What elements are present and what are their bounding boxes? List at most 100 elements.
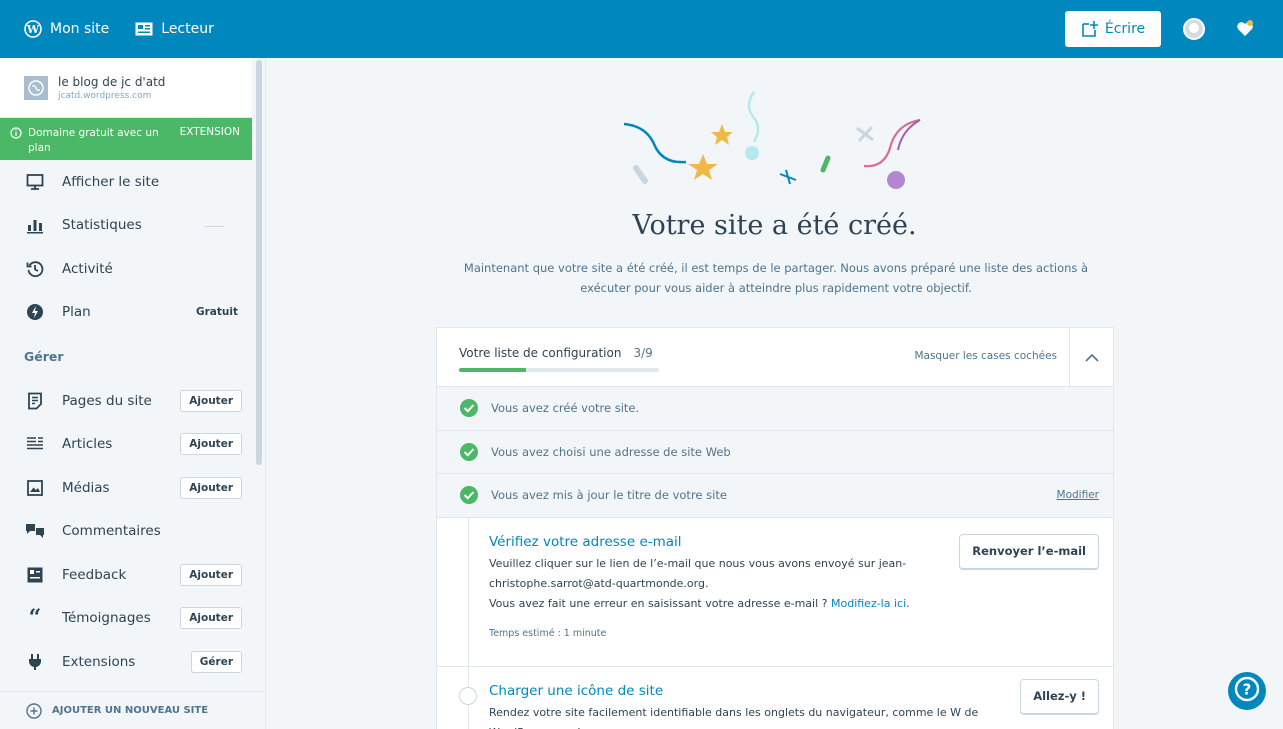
sidebar-item-label: Statistiques (62, 217, 142, 234)
feedback-icon (24, 566, 46, 584)
help-button[interactable]: ? (1228, 672, 1266, 710)
resend-email-button[interactable]: Renvoyer l’e-mail (959, 533, 1099, 570)
task-site-icon: Charger une icône de site Rendez votre s… (437, 666, 1113, 729)
task-description-text-2: Vous avez fait une erreur en saisissant … (489, 596, 831, 610)
sidebar-item-testimonials[interactable]: “ Témoignages Ajouter (0, 597, 252, 641)
site-name: le blog de jc d'atd (58, 74, 166, 89)
add-post-button[interactable]: Ajouter (180, 433, 242, 456)
reader-link[interactable]: Lecteur (125, 0, 224, 58)
checkmark-icon (459, 485, 479, 505)
site-url: jcatd.wordpress.com (58, 90, 152, 101)
add-feedback-button[interactable]: Ajouter (180, 563, 242, 586)
write-label: Écrire (1104, 21, 1146, 37)
manage-plugins-button[interactable]: Gérer (190, 650, 242, 673)
sidebar-item-plugins[interactable]: Extensions Gérer (0, 640, 252, 684)
task-description-end: . (906, 596, 910, 610)
site-card[interactable]: le blog de jc d'atd jcatd.wordpress.com (0, 58, 252, 118)
pages-icon (24, 392, 46, 410)
checklist-header: Votre liste de configuration 3/9 Masquer … (437, 328, 1113, 387)
sidebar-item-stats[interactable]: Statistiques (0, 204, 252, 248)
plan-icon (24, 303, 46, 321)
svg-text:W: W (26, 23, 40, 36)
task-pending-circle-icon (459, 686, 477, 705)
add-testimonial-button[interactable]: Ajouter (180, 607, 242, 630)
history-icon (24, 260, 46, 278)
go-button[interactable]: Allez-y ! (1020, 678, 1099, 715)
help-icon: ? (1234, 676, 1260, 706)
plan-badge: Gratuit (196, 306, 238, 319)
sidebar-scrollbar[interactable] (254, 58, 264, 692)
sidebar-item-media[interactable]: Médias Ajouter (0, 466, 252, 510)
checklist-card: Votre liste de configuration 3/9 Masquer … (436, 327, 1114, 729)
sidebar-item-label: Médias (62, 479, 110, 496)
sidebar-item-feedback[interactable]: Feedback Ajouter (0, 553, 252, 597)
sidebar-item-pages[interactable]: Pages du site Ajouter (0, 379, 252, 423)
task-timeline (468, 517, 469, 666)
sidebar-item-view-site[interactable]: Afficher le site (0, 160, 252, 204)
confetti-illustration (623, 91, 921, 189)
task-title-updated[interactable]: Vous avez mis à jour le titre de votre s… (437, 474, 1113, 518)
quote-icon: “ (28, 605, 42, 632)
write-icon (1081, 20, 1099, 38)
comments-icon (24, 522, 46, 540)
page-subtitle: Maintenant que votre site a été créé, il… (463, 261, 1089, 295)
media-icon (24, 479, 46, 497)
hide-checked-toggle[interactable]: Masquer les cases cochées (914, 350, 1057, 362)
svg-text:?: ? (1243, 681, 1252, 699)
chevron-up-icon (1084, 348, 1099, 367)
sidebar-item-plan[interactable]: Plan Gratuit (0, 291, 252, 335)
add-new-site-label: AJOUTER UN NOUVEAU SITE (52, 705, 209, 716)
sidebar-scrollbar-thumb[interactable] (256, 60, 262, 465)
sidebar-item-comments[interactable]: Commentaires (0, 510, 252, 554)
add-media-button[interactable]: Ajouter (180, 476, 242, 499)
task-description-text: Veuillez cliquer sur le lien de l’e-mail… (489, 556, 907, 590)
my-site-link[interactable]: W Mon site (14, 0, 119, 58)
sidebar-item-label: Commentaires (62, 523, 161, 540)
sidebar-item-label: Afficher le site (62, 173, 160, 190)
checklist-progress-bar (459, 368, 659, 372)
stats-sparkline (204, 225, 224, 227)
checkmark-icon (459, 398, 479, 418)
checklist-count: 3/9 (633, 346, 653, 360)
task-address-chosen[interactable]: Vous avez choisi une adresse de site Web (437, 430, 1113, 474)
stats-icon (24, 216, 46, 234)
sidebar: le blog de jc d'atd jcatd.wordpress.com … (0, 58, 266, 729)
add-page-button[interactable]: Ajouter (180, 389, 242, 412)
add-circle-icon (26, 702, 42, 719)
sidebar-item-label: Pages du site (62, 392, 152, 409)
task-estimated-time: Temps estimé : 1 minute (489, 627, 607, 639)
sidebar-item-label: Articles (62, 436, 113, 453)
upgrade-nudge-cta[interactable]: EXTENSION (180, 126, 240, 138)
change-email-link[interactable]: Modifiez-la ici (831, 597, 906, 610)
checklist-progress-fill (459, 368, 526, 372)
monitor-icon (24, 173, 46, 191)
site-globe-icon (24, 75, 48, 100)
task-description: Rendez votre site facilement identifiabl… (489, 705, 979, 729)
checklist-title-text: Votre liste de configuration (459, 346, 622, 360)
page-title: Votre site a été créé. (632, 210, 917, 241)
wordpress-logo-icon: W (24, 20, 42, 38)
reader-label: Lecteur (161, 21, 214, 37)
collapse-button[interactable] (1069, 328, 1113, 386)
user-avatar[interactable] (1183, 18, 1205, 40)
posts-icon (24, 435, 46, 453)
sidebar-item-activity[interactable]: Activité (0, 247, 252, 291)
sidebar-item-label: Témoignages (62, 610, 151, 627)
checkmark-icon (459, 442, 479, 462)
task-label: Vous avez mis à jour le titre de votre s… (491, 488, 727, 503)
task-description: Veuillez cliquer sur le lien de l’e-mail… (489, 554, 959, 614)
add-new-site-button[interactable]: AJOUTER UN NOUVEAU SITE (0, 691, 264, 729)
task-site-created[interactable]: Vous avez créé votre site. (437, 387, 1113, 431)
task-label: Vous avez choisi une adresse de site Web (491, 444, 731, 459)
sidebar-item-posts[interactable]: Articles Ajouter (0, 423, 252, 467)
write-button[interactable]: Écrire (1065, 11, 1161, 47)
plugin-icon (24, 653, 46, 671)
sidebar-nav: Afficher le site Statistiques Activité P… (0, 160, 252, 684)
sidebar-item-label: Feedback (62, 566, 127, 583)
notifications-icon[interactable] (1235, 19, 1255, 39)
edit-title-link[interactable]: Modifier (1057, 489, 1099, 501)
sidebar-item-label: Plan (62, 304, 91, 321)
reader-icon (135, 22, 153, 36)
my-site-label: Mon site (50, 21, 110, 37)
upgrade-nudge[interactable]: Domaine gratuit avec un plan EXTENSION (0, 118, 252, 160)
